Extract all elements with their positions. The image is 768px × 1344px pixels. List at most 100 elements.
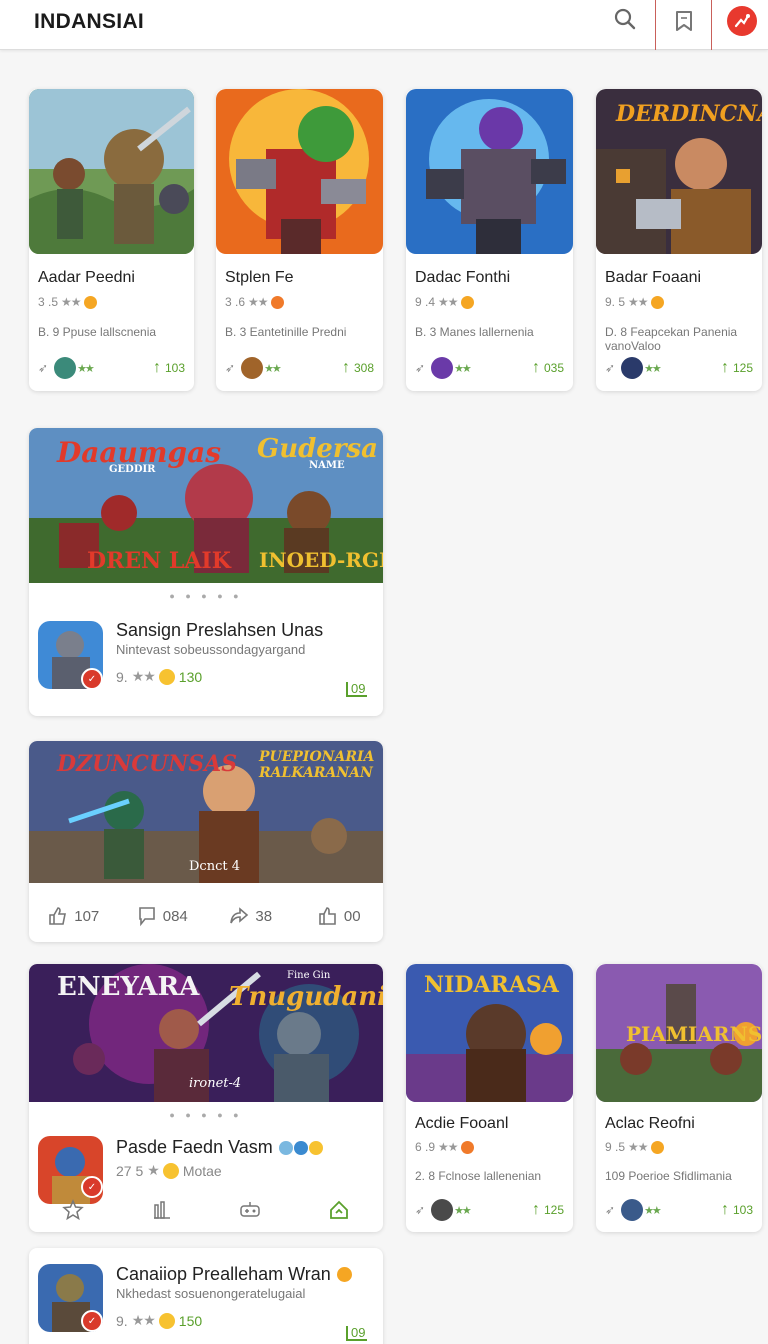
card-footer: ➶ ★★ ↑ 125 xyxy=(605,355,753,381)
featured-game-card[interactable]: ENEYARA Fine Gin Tnugudanis ironet-4 ● ●… xyxy=(29,964,383,1232)
play-game-button[interactable] xyxy=(206,1196,295,1224)
growth-value: 103 xyxy=(164,361,185,375)
game-title: Aclac Reofni xyxy=(605,1115,695,1132)
play-icon[interactable]: ➶ xyxy=(605,1203,615,1217)
banner-subtitle-right: Fine Gin xyxy=(287,970,331,981)
game-artwork xyxy=(406,89,573,254)
stars-icon: ★★ xyxy=(454,362,472,375)
action-bar: 107 084 38 00 xyxy=(29,901,383,931)
growth-value: 125 xyxy=(543,1203,564,1217)
rating-stars-icon: ★★ xyxy=(438,295,458,309)
bookmark-icon xyxy=(675,11,692,31)
game-card[interactable]: DERDINCNA Badar Foaani 9. 5 ★★ D. 8 Feap… xyxy=(596,89,762,391)
profile-icon xyxy=(727,6,757,36)
avatar xyxy=(621,357,644,379)
featured-banner: Daaumgas GEDDIR Gudersa NAME DREN LAIK I… xyxy=(29,428,383,583)
play-icon[interactable]: ➶ xyxy=(605,361,615,375)
card-footer: ➶ ★★ ↑ 035 xyxy=(415,355,564,381)
banner-title-right: PUEPIONARIA RALKARANAN xyxy=(259,749,375,781)
banner-caption-left: DREN LAIK xyxy=(87,548,231,574)
home-button[interactable] xyxy=(295,1196,384,1224)
share-count: 38 xyxy=(255,907,273,925)
emoji-icon xyxy=(158,668,175,685)
banner-caption: Dcnct 4 xyxy=(189,859,240,874)
emoji-icon xyxy=(336,1267,352,1282)
corner-tag: 09 xyxy=(346,682,368,697)
rating-stars-icon: ★ xyxy=(147,1162,160,1178)
search-icon xyxy=(614,8,636,30)
stats-button[interactable] xyxy=(118,1196,207,1224)
featured-banner: ENEYARA Fine Gin Tnugudanis ironet-4 xyxy=(29,964,383,1102)
game-rating: 9 .4 ★★ xyxy=(415,295,474,309)
growth-value: 035 xyxy=(543,361,564,375)
game-card[interactable]: Dadac Fonthi 9 .4 ★★ B. 3 Manes lallerne… xyxy=(406,89,573,391)
game-rating: 9 .5 ★★ xyxy=(605,1140,664,1154)
app-header: INDANSIAI xyxy=(0,0,768,50)
game-card[interactable]: PIAMIARNS Aclac Reofni 9 .5 ★★ 109 Poeri… xyxy=(596,964,762,1232)
stars-icon: ★★ xyxy=(644,1204,662,1217)
growth-indicator: ↑ 103 xyxy=(721,1201,753,1219)
game-title: Badar Foaani xyxy=(605,269,702,286)
arrow-up-icon: ↑ xyxy=(720,1201,729,1218)
like-outline-icon xyxy=(319,907,336,925)
controller-icon xyxy=(240,1202,260,1217)
emoji-icon xyxy=(83,295,97,309)
rating-stars-icon: ★★ xyxy=(61,295,81,309)
growth-indicator: ↑ 308 xyxy=(342,359,374,377)
featured-title: Canaiiop Prealleham Wran xyxy=(116,1264,352,1285)
avatar xyxy=(431,357,454,379)
game-rating: 9. 5 ★★ xyxy=(605,295,664,309)
featured-game-card[interactable]: Daaumgas GEDDIR Gudersa NAME DREN LAIK I… xyxy=(29,428,383,716)
profile-button[interactable] xyxy=(716,0,768,50)
thumbs-up-icon xyxy=(49,907,67,925)
featured-game-card[interactable]: ✓ Canaiiop Prealleham Wran Nkhedast sosu… xyxy=(29,1248,383,1344)
featured-post-card[interactable]: DZUNCUNSAS PUEPIONARIA RALKARANAN Dcnct … xyxy=(29,741,383,942)
growth-indicator: ↑ 035 xyxy=(532,359,564,377)
rating-value: 9. 5 xyxy=(605,295,626,309)
game-subtitle: 109 Poerioe Sfidlimania xyxy=(605,1169,732,1183)
emoji-icon xyxy=(270,295,284,309)
banner-title: NIDARASA xyxy=(424,972,559,998)
rating-stars-icon: ★★ xyxy=(628,1140,648,1154)
comment-button[interactable]: 084 xyxy=(118,901,207,931)
game-card[interactable]: NIDARASA Acdie Fooanl 6 .9 ★★ 2. 8 Fclno… xyxy=(406,964,573,1232)
like-count: 00 xyxy=(343,907,361,925)
arrow-up-icon: ↑ xyxy=(152,359,161,376)
like-button[interactable]: 00 xyxy=(295,901,384,931)
share-icon xyxy=(230,907,249,924)
play-icon[interactable]: ➶ xyxy=(225,361,235,375)
card-footer: ➶ ★★ ↑ 125 xyxy=(415,1197,564,1223)
rating-value: 9. xyxy=(116,1312,128,1329)
carousel-dots[interactable]: ● ● ● ● ● xyxy=(29,1110,383,1120)
stars-icon: ★★ xyxy=(264,362,282,375)
game-subtitle: B. 3 Eantetinille Predni xyxy=(225,325,347,339)
share-button[interactable]: 38 xyxy=(206,901,295,931)
game-artwork xyxy=(29,89,194,254)
banner-title-right: Tnugudanis xyxy=(229,982,383,1012)
growth-value: 103 xyxy=(732,1203,753,1217)
banner-title-left: DZUNCUNSAS xyxy=(57,751,238,777)
avatar xyxy=(54,357,77,379)
featured-rating: 27 5 ★ Motae xyxy=(116,1162,222,1179)
play-icon[interactable]: ➶ xyxy=(415,361,425,375)
game-card[interactable]: Stplen Fe 3 .6 ★★ B. 3 Eantetinille Pred… xyxy=(216,89,383,391)
avatar xyxy=(431,1199,454,1221)
action-bar xyxy=(29,1196,383,1224)
emoji-icon xyxy=(460,295,474,309)
favorite-button[interactable] xyxy=(29,1196,118,1224)
rating-count: 130 xyxy=(178,668,203,685)
bookmark-button[interactable] xyxy=(655,0,712,50)
search-button[interactable] xyxy=(604,0,646,50)
rating-stars-icon: ★★ xyxy=(131,1312,156,1328)
game-rating: 3 .5 ★★ xyxy=(38,295,97,309)
play-icon[interactable]: ➶ xyxy=(38,361,48,375)
carousel-dots[interactable]: ● ● ● ● ● xyxy=(29,591,383,601)
banner-caption: ironet-4 xyxy=(189,1076,242,1091)
star-icon xyxy=(62,1199,85,1221)
comment-count: 084 xyxy=(162,907,188,925)
growth-value: 308 xyxy=(353,361,374,375)
game-card[interactable]: Aadar Peedni 3 .5 ★★ B. 9 Ppuse lallscne… xyxy=(29,89,194,391)
thumbs-up-button[interactable]: 107 xyxy=(29,901,118,931)
rating-value: 9 .4 xyxy=(415,295,436,309)
play-icon[interactable]: ➶ xyxy=(415,1203,425,1217)
